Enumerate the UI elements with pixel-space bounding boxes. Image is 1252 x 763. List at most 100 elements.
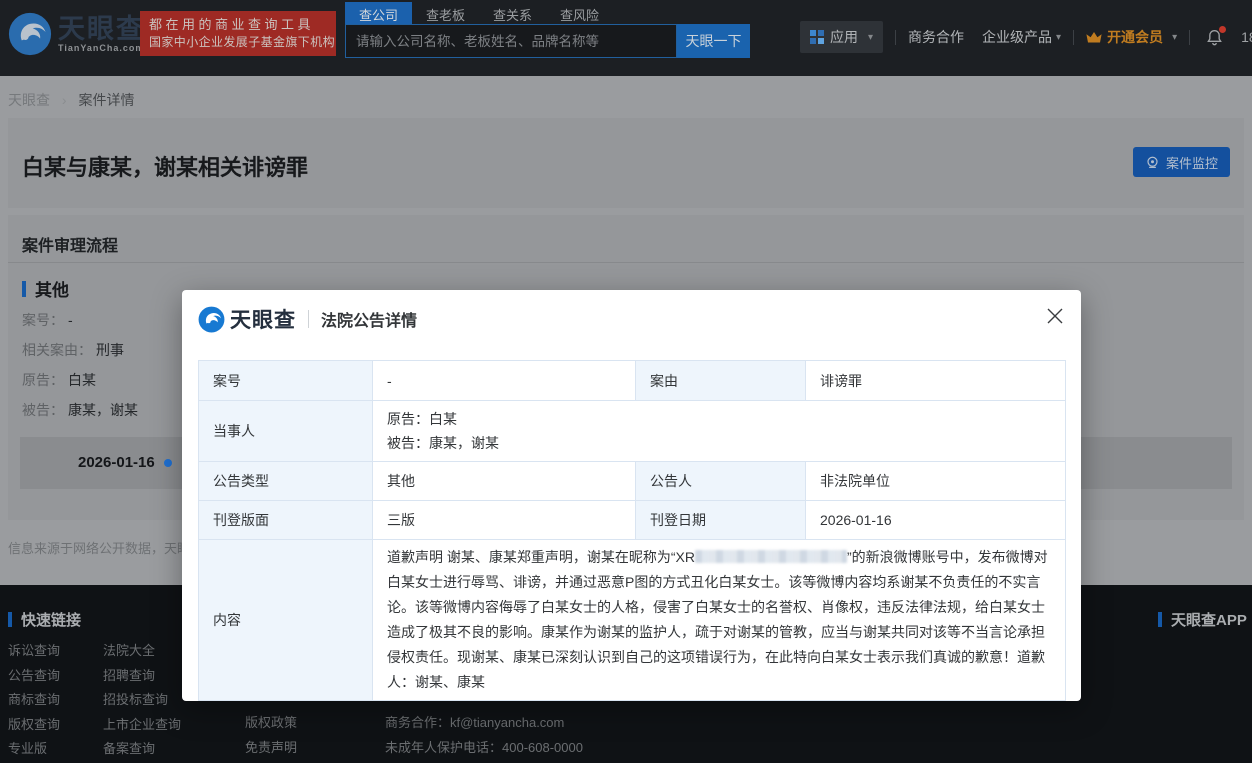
footer-links-col2: 法院大全 招聘查询 招投标查询 上市企业查询 备案查询	[103, 644, 181, 763]
brand-name: 天眼查	[58, 14, 145, 44]
search-input[interactable]	[345, 24, 677, 58]
notification-bell[interactable]	[1206, 25, 1227, 46]
brand-swirl-icon	[198, 306, 225, 333]
search-tab-boss[interactable]: 查老板	[412, 2, 479, 24]
section-title: 案件审理流程	[22, 238, 119, 255]
footer-link[interactable]: 免责声明	[245, 740, 297, 755]
crown-icon	[1086, 32, 1102, 43]
search-tab-relation[interactable]: 查关系	[479, 2, 546, 24]
caret-down-icon: ▾	[868, 31, 874, 43]
close-icon	[1047, 308, 1063, 324]
redacted-text-blur	[695, 550, 847, 563]
cell-label-parties: 当事人	[198, 400, 373, 462]
apps-menu-label: 应用	[830, 29, 858, 45]
account-phone[interactable]: 186... ▾	[1241, 29, 1252, 45]
promo-line-1: 都在用的商业查询工具	[149, 17, 315, 32]
field-defendant: 被告： 康某，谢某	[22, 402, 138, 418]
close-button[interactable]	[1043, 304, 1067, 328]
announcement-detail-table: 案号 - 案由 诽谤罪 当事人 原告：白某 被告：康某，谢某 公告类型 其他 公…	[198, 360, 1066, 701]
cell-value-content: 道歉声明 谢某、康某郑重声明，谢某在昵称为“XR ”的新浪微博账号中，发布微博对白…	[372, 539, 1066, 701]
table-row: 当事人 原告：白某 被告：康某，谢某	[198, 400, 1066, 462]
cell-value-parties: 原告：白某 被告：康某，谢某	[372, 400, 1066, 462]
brand-logo[interactable]: 天眼查 TianYanCha.com	[8, 12, 145, 56]
page-title: 白某与康某，谢某相关诽谤罪	[22, 155, 309, 180]
footer-link[interactable]: 法院大全	[103, 644, 181, 658]
search-tab-company[interactable]: 查公司	[345, 2, 413, 24]
notification-dot	[1219, 25, 1227, 33]
brand-swirl-icon	[8, 12, 52, 56]
cell-label-type: 公告类型	[198, 461, 373, 501]
promo-badge: 都在用的商业查询工具 国家中小企业发展子基金旗下机构	[140, 11, 336, 56]
nav-business-cooperation[interactable]: 商务合作	[908, 27, 964, 47]
data-source-disclaimer: 信息来源于网络公开数据，天眼查	[8, 541, 204, 556]
divider	[1073, 29, 1075, 45]
search-tabs: 查公司 查老板 查关系 查风险	[345, 2, 750, 24]
footer-link[interactable]: 版权查询	[8, 717, 60, 732]
modal-title: 法院公告详情	[321, 313, 418, 330]
case-monitor-label: 案件监控	[1165, 155, 1218, 171]
cell-label-page: 刊登版面	[198, 500, 373, 540]
search-tab-risk[interactable]: 查风险	[546, 2, 613, 24]
content-text-part2: ”的新浪微博账号中，发布微博对白某女士进行辱骂、诽谤，并通过恶意P图的方式丑化白…	[387, 549, 1048, 690]
vip-upgrade[interactable]: 开通会员 ▾	[1086, 27, 1177, 47]
footer-contact: 商务合作：kf@tianyancha.com 未成年人保护电话：400-608-…	[385, 716, 583, 763]
cell-value-announcer: 非法院单位	[805, 461, 1066, 501]
cell-value-page: 三版	[372, 500, 636, 540]
chevron-right-icon: ›	[61, 92, 67, 108]
breadcrumb: 天眼查 › 案件详情	[8, 90, 134, 110]
divider	[308, 310, 309, 328]
footer-link[interactable]: 版权政策	[245, 716, 297, 730]
case-monitor-button[interactable]: 案件监控	[1132, 147, 1230, 177]
section-accent-bar	[8, 612, 12, 627]
footer-link[interactable]: 公告查询	[8, 668, 60, 683]
cell-label-announcer: 公告人	[635, 461, 806, 501]
divider	[1189, 29, 1191, 45]
footer-link[interactable]: 招投标查询	[103, 693, 181, 707]
timeline-date: 2026-01-16	[78, 454, 155, 471]
search-module: 查公司 查老板 查关系 查风险 天眼一下	[345, 2, 750, 58]
modal-header: 天眼查 法院公告详情	[198, 304, 417, 334]
content-text-part1: 道歉声明 谢某、康某郑重声明，谢某在昵称为“XR	[387, 549, 695, 565]
modal-brand-name: 天眼查	[230, 309, 296, 332]
cell-value-type: 其他	[372, 461, 636, 501]
divider	[8, 262, 1244, 263]
timeline-dot-icon	[164, 459, 172, 467]
footer-links-col3: 版权政策 免责声明	[245, 716, 297, 763]
promo-line-2: 国家中小企业发展子基金旗下机构	[149, 35, 336, 49]
caret-down-icon: ▾	[1172, 31, 1178, 43]
cell-value-case-no: -	[372, 360, 636, 401]
breadcrumb-home[interactable]: 天眼查	[8, 92, 50, 108]
brand-domain: TianYanCha.com	[58, 43, 145, 53]
party-plaintiff: 原告：白某	[387, 411, 457, 427]
apps-grid-icon	[810, 30, 824, 44]
apps-menu[interactable]: 应用 ▾	[800, 21, 884, 53]
field-case-number: 案号： -	[22, 312, 73, 328]
footer-link[interactable]: 上市企业查询	[103, 717, 181, 732]
search-button[interactable]: 天眼一下	[677, 24, 750, 58]
brand-logo: 天眼查	[198, 304, 296, 334]
divider	[895, 29, 897, 45]
party-defendant: 被告：康某，谢某	[387, 435, 499, 451]
cell-value-publish-date: 2026-01-16	[805, 500, 1066, 540]
quick-links-title: 快速链接	[8, 609, 81, 630]
stage-header: 其他	[22, 276, 69, 301]
cell-label-case-no: 案号	[198, 360, 373, 401]
app-title: 天眼查APP	[1158, 609, 1247, 630]
field-plaintiff: 原告： 白某	[22, 372, 96, 388]
section-accent-bar	[1158, 612, 1162, 627]
header-nav: 应用 ▾ 商务合作 企业级产品 ▾ 开通会员 ▾ 1	[800, 21, 1252, 53]
table-row: 案号 - 案由 诽谤罪	[198, 360, 1066, 401]
footer-link[interactable]: 备案查询	[103, 742, 181, 756]
footer-link[interactable]: 专业版	[8, 742, 60, 756]
footer-link[interactable]: 商标查询	[8, 693, 60, 707]
title-band: 白某与康某，谢某相关诽谤罪 案件监控	[8, 118, 1244, 208]
table-row: 公告类型 其他 公告人 非法院单位	[198, 461, 1066, 501]
page: 天眼查 TianYanCha.com 都在用的商业查询工具 国家中小企业发展子基…	[0, 0, 1252, 763]
nav-enterprise-products[interactable]: 企业级产品 ▾	[982, 27, 1061, 47]
cell-label-cause: 案由	[635, 360, 806, 401]
footer-link[interactable]: 招聘查询	[103, 668, 181, 683]
stage-label: 其他	[35, 281, 69, 300]
footer-link[interactable]: 诉讼查询	[8, 644, 60, 658]
footer-links-col1: 诉讼查询 公告查询 商标查询 版权查询 专业版	[8, 644, 60, 763]
court-announcement-modal: 天眼查 法院公告详情 案号 - 案由 诽谤罪 当事人 原告：白某 被告：康某，谢…	[182, 290, 1081, 701]
